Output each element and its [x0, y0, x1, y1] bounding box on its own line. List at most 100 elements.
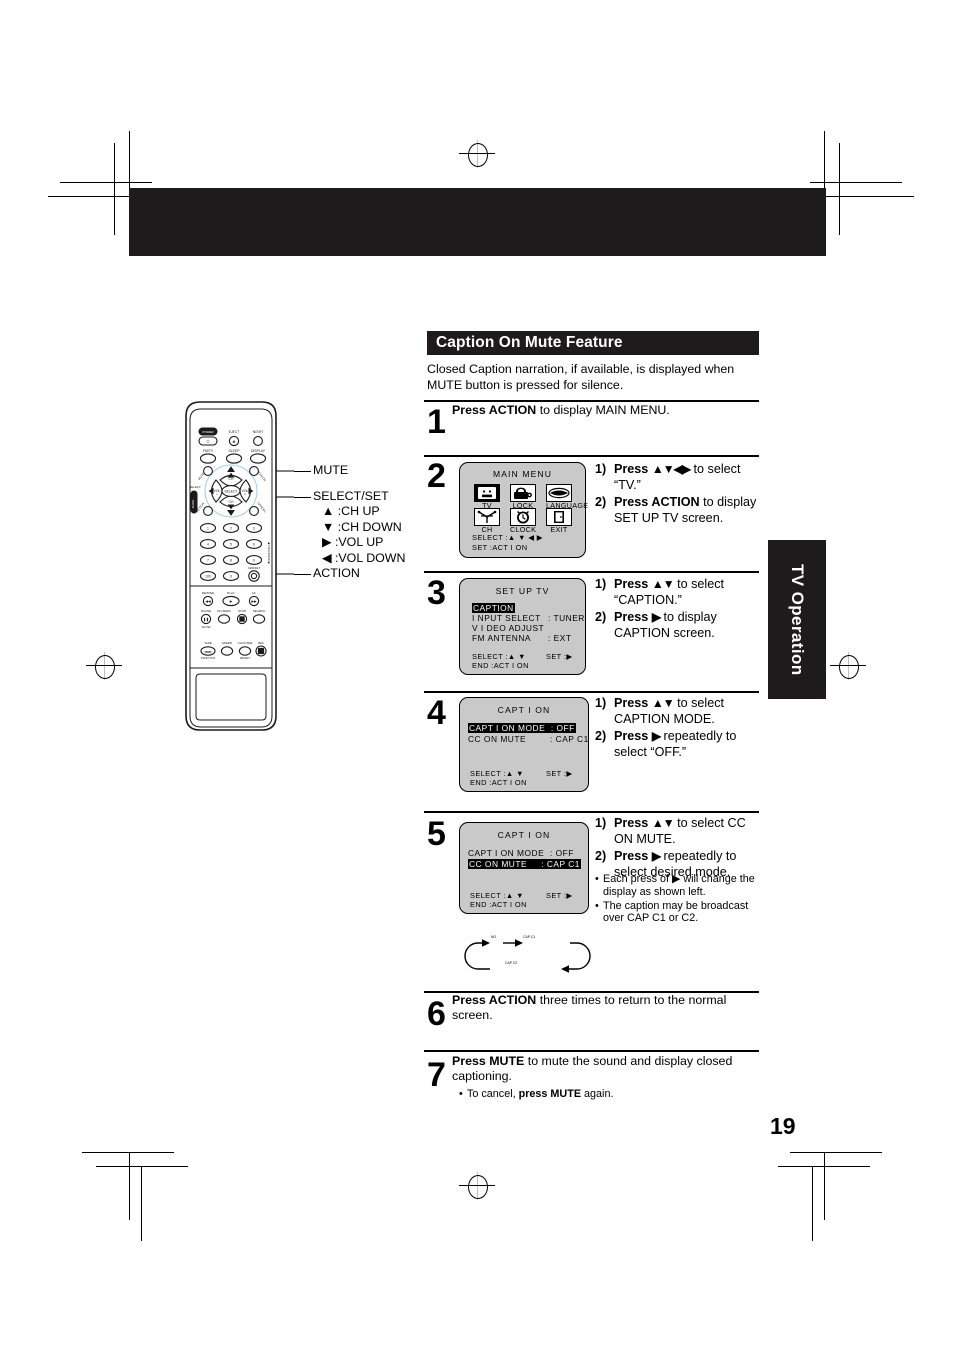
- language-icon: [546, 484, 572, 502]
- osd-caption4-row-2-label: CC ON MUTE: [468, 734, 527, 744]
- callout-mute: MUTE: [313, 463, 349, 477]
- step-7-note: • To cancel, press MUTE again.: [459, 1087, 759, 1101]
- osd-caption5-row-1[interactable]: CAPT I ON MODE: [468, 848, 544, 858]
- svg-text:◀ TRAVERSE ▶: ◀ TRAVERSE ▶: [267, 542, 271, 565]
- step-2-instruction-2-text: Press ACTION to display SET UP TV screen…: [614, 494, 763, 526]
- menu-icon-language[interactable]: LANGUAGE: [546, 484, 588, 510]
- registration-mark-bottom: [459, 1172, 495, 1200]
- osd-setup-foot-1: SELECT :▲ ▼: [472, 652, 526, 661]
- svg-text:▬▬: ▬▬: [205, 650, 212, 654]
- osd-setup-row-2-value: : TUNER: [548, 613, 585, 623]
- svg-text:PAUSE: PAUSE: [201, 609, 211, 613]
- step-3-instruction-2: 2) Press ▶ to display CAPTION screen.: [595, 609, 763, 641]
- step-4-number: 4: [427, 694, 446, 732]
- osd-setup-row-3[interactable]: V I DEO ADJUST: [472, 623, 544, 633]
- crop-mark-bl-h: [82, 1152, 174, 1153]
- osd-caption4-title: CAPT I ON: [497, 705, 551, 715]
- svg-text:0: 0: [230, 575, 232, 579]
- svg-text:STOP: STOP: [238, 609, 246, 613]
- osd-caption4-row-1-label: CAPT I ON MODE: [469, 723, 546, 733]
- menu-icon-clock[interactable]: CLOCK: [510, 508, 536, 534]
- step-2-rule: [424, 455, 759, 457]
- crop-mark-bl-h2: [96, 1166, 188, 1167]
- page-number: 19: [770, 1113, 796, 1139]
- tv-icon: [474, 484, 500, 502]
- menu-icon-ch[interactable]: CH: [474, 508, 500, 534]
- step-7-number: 7: [427, 1056, 446, 1094]
- osd-caption-step4: CAPT I ON CAPT I ON MODE : OFF CC ON MUT…: [459, 697, 589, 792]
- osd-caption4-row-1[interactable]: CAPT I ON MODE : OFF: [468, 723, 576, 733]
- step-5-notes: • Each press of ▶ will change the display…: [595, 872, 763, 925]
- step-2-instruction-2-num: 2): [595, 495, 607, 509]
- svg-text:5: 5: [230, 543, 232, 547]
- step-5-i2-arrows: ▶: [651, 849, 661, 863]
- osd-set-up-tv-title: SET UP TV: [495, 586, 550, 596]
- osd-setup-row-3-label: V I DEO ADJUST: [472, 623, 545, 633]
- osd-setup-row-4-value: : EXT: [548, 633, 572, 643]
- svg-text:FF: FF: [252, 591, 256, 595]
- osd-main-menu-title: MAIN MENU: [492, 469, 553, 479]
- osd-caption-step5: CAPT I ON CAPT I ON MODE : OFF CC ON MUT…: [459, 822, 589, 914]
- side-tab-tv-operation: TV Operation: [768, 540, 826, 699]
- osd-setup-row-4[interactable]: FM ANTENNA: [472, 633, 531, 643]
- osd-caption5-row-2-value: : CAP C1: [541, 859, 580, 869]
- menu-icon-tv[interactable]: TV: [474, 484, 500, 510]
- svg-text:▶: ▶: [230, 600, 233, 604]
- svg-text:6: 6: [253, 543, 255, 547]
- menu-icon-lock[interactable]: LOCK: [510, 484, 536, 510]
- osd-setup-row-2[interactable]: I NPUT SELECT: [472, 613, 541, 623]
- step-7-text-bold: Press MUTE: [452, 1054, 525, 1068]
- step-2-instruction-1-num: 1): [595, 462, 607, 476]
- step-5-note-2-text: The caption may be broadcast over CAP C1…: [603, 899, 749, 925]
- svg-text:SPEED: SPEED: [222, 641, 233, 645]
- osd-setup-row-4-label: FM ANTENNA: [472, 633, 531, 643]
- step-2-instruction-2: 2) Press ACTION to display SET UP TV scr…: [595, 494, 763, 526]
- bullet-icon: •: [595, 873, 599, 885]
- osd-caption4-foot-1b: SET :▶: [546, 769, 573, 778]
- crop-mark-bl-v: [129, 1152, 130, 1220]
- svg-text:◀◀: ◀◀: [205, 600, 211, 604]
- lock-icon: [510, 484, 536, 502]
- step-5-number: 5: [427, 815, 446, 853]
- osd-setup-row-1[interactable]: CAPTION: [472, 603, 515, 613]
- osd-caption4-row-1-value: : OFF: [550, 723, 575, 733]
- cycle-label-cap-c2: CAP C2: [504, 961, 519, 965]
- step-3-instruction-1: 1) Press ▲▼ to select “CAPTION.”: [595, 576, 763, 608]
- osd-caption5-foot-2: END :ACT I ON: [470, 900, 527, 909]
- step-2-number: 2: [427, 457, 446, 495]
- osd-setup-foot-2: END :ACT I ON: [472, 661, 529, 670]
- crop-mark-br-h: [790, 1152, 882, 1153]
- cycle-label-cap-c1: CAP C1: [522, 935, 537, 939]
- section-heading-label: Caption On Mute Feature: [436, 334, 623, 351]
- step-7-text: Press MUTE to mute the sound and display…: [452, 1054, 757, 1084]
- callout-vol-down: ◀ :VOL DOWN: [322, 550, 406, 565]
- osd-caption4-foot-1: SELECT :▲ ▼: [470, 769, 524, 778]
- step-3-instructions: 1) Press ▲▼ to select “CAPTION.” 2) Pres…: [595, 576, 763, 642]
- svg-text:SLEEP: SLEEP: [229, 449, 241, 453]
- step-1-text-rest: to display MAIN MENU.: [536, 403, 670, 417]
- step-7-note-p1: To cancel,: [467, 1088, 519, 1100]
- menu-icon-exit-label: EXIT: [550, 525, 568, 534]
- osd-caption5-row-2[interactable]: CC ON MUTE : CAP C1: [468, 859, 581, 869]
- svg-text:SELECT: SELECT: [189, 485, 201, 489]
- step-4-instruction-1-num: 1): [595, 696, 607, 710]
- osd-caption5-title: CAPT I ON: [497, 830, 551, 840]
- step-2-i1-bold: Press: [614, 462, 649, 476]
- svg-text:FM/TV: FM/TV: [203, 449, 214, 453]
- osd-main-menu-foot-2: SET :ACT I ON: [472, 543, 528, 552]
- step-7-rule: [424, 1050, 759, 1052]
- osd-caption4-row-2[interactable]: CC ON MUTE: [468, 734, 526, 744]
- menu-icon-exit[interactable]: EXIT: [546, 508, 572, 534]
- section-intro: Closed Caption narration, if available, …: [427, 362, 763, 393]
- antenna-icon: [474, 508, 500, 526]
- step-3-i2-bold: Press: [614, 610, 649, 624]
- crop-mark-br-v2: [812, 1166, 813, 1241]
- svg-text:⏏: ⏏: [232, 440, 235, 444]
- svg-text:SLIDE: SLIDE: [191, 500, 195, 509]
- svg-text:ON ZERO: ON ZERO: [217, 609, 231, 613]
- cycle-arrows-icon: [464, 939, 591, 973]
- svg-text:2: 2: [230, 527, 232, 531]
- svg-text:RESET: RESET: [240, 656, 250, 660]
- osd-caption5-foot-1b: SET :▶: [546, 891, 573, 900]
- svg-text:4: 4: [207, 543, 209, 547]
